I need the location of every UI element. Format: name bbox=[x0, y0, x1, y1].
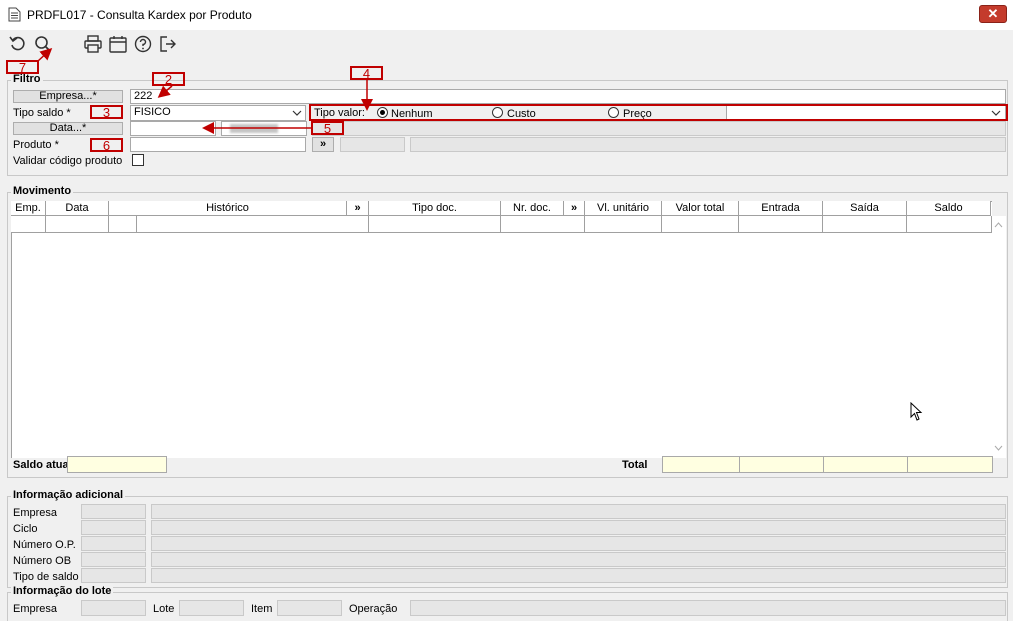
produto-input[interactable] bbox=[130, 137, 306, 152]
grid-scrollbar[interactable] bbox=[992, 216, 1006, 458]
annotation-5: 5 bbox=[311, 121, 344, 135]
table-row-cell[interactable] bbox=[907, 216, 992, 233]
col-saldo[interactable]: Saldo bbox=[907, 201, 991, 216]
col-saida[interactable]: Saída bbox=[823, 201, 907, 216]
data-description bbox=[312, 121, 1006, 136]
tipo-saldo-select[interactable]: FISICO bbox=[130, 105, 306, 121]
col-tipo-doc[interactable]: Tipo doc. bbox=[369, 201, 501, 216]
total-entrada-field bbox=[739, 456, 824, 473]
info-empresa-label: Empresa bbox=[13, 507, 58, 519]
search-icon[interactable] bbox=[33, 34, 53, 54]
table-row-cell[interactable] bbox=[137, 216, 369, 233]
annotation-highlight-tipo-valor bbox=[309, 104, 1008, 121]
empresa-input[interactable]: 222 bbox=[130, 89, 1006, 104]
info-tipo-saldo-desc bbox=[151, 568, 1006, 583]
filtro-label: Filtro bbox=[11, 73, 43, 85]
table-row-cell[interactable] bbox=[662, 216, 739, 233]
table-row-cell[interactable] bbox=[501, 216, 585, 233]
print-icon[interactable] bbox=[83, 34, 103, 54]
col-entrada[interactable]: Entrada bbox=[739, 201, 823, 216]
calendar-icon[interactable] bbox=[108, 34, 128, 54]
table-row-cell[interactable] bbox=[369, 216, 501, 233]
data-button[interactable]: Data...* bbox=[13, 122, 123, 135]
col-expand-doc[interactable]: » bbox=[564, 201, 585, 216]
info-lote-label: Informação do lote bbox=[11, 585, 114, 597]
info-numero-ob-label: Número OB bbox=[13, 555, 72, 567]
exit-icon[interactable] bbox=[158, 34, 178, 54]
refresh-icon[interactable] bbox=[8, 34, 28, 54]
window-title: PRDFL017 - Consulta Kardex por Produto bbox=[27, 8, 252, 22]
document-icon bbox=[8, 7, 21, 22]
total-label: Total bbox=[622, 459, 648, 471]
item-label: Item bbox=[251, 603, 273, 615]
help-icon[interactable] bbox=[133, 34, 153, 54]
col-expand-historico[interactable]: » bbox=[347, 201, 369, 216]
close-button[interactable]: ✕ bbox=[979, 5, 1007, 23]
produto-lookup-button[interactable]: » bbox=[312, 137, 334, 152]
lote-label: Lote bbox=[153, 603, 175, 615]
table-row-cell[interactable] bbox=[823, 216, 907, 233]
operacao-label: Operação bbox=[349, 603, 398, 615]
table-row-cell[interactable] bbox=[46, 216, 109, 233]
annotation-7: 7 bbox=[6, 60, 39, 74]
table-row-cell[interactable] bbox=[585, 216, 662, 233]
lote-empresa-label: Empresa bbox=[13, 603, 58, 615]
operacao-field bbox=[410, 600, 1006, 616]
col-historico[interactable]: Histórico bbox=[109, 201, 347, 216]
item-field bbox=[277, 600, 342, 616]
total-valor-field bbox=[662, 456, 740, 473]
data-start-input[interactable] bbox=[130, 121, 216, 136]
movimento-label: Movimento bbox=[11, 185, 74, 197]
info-numero-ob-code bbox=[81, 552, 146, 567]
produto-desc-readonly bbox=[410, 137, 1006, 152]
blurred-date bbox=[230, 124, 278, 133]
info-empresa-desc bbox=[151, 504, 1006, 519]
validar-checkbox[interactable] bbox=[132, 154, 144, 166]
table-row-cell[interactable] bbox=[11, 216, 46, 233]
saldo-atual-label: Saldo atual bbox=[13, 459, 72, 471]
info-ciclo-desc bbox=[151, 520, 1006, 535]
info-adicional-label: Informação adicional bbox=[11, 489, 126, 501]
lote-empresa-field bbox=[81, 600, 146, 616]
col-valor-total[interactable]: Valor total bbox=[662, 201, 739, 216]
col-nr-doc[interactable]: Nr. doc. bbox=[501, 201, 564, 216]
col-vl-unitario[interactable]: Vl. unitário bbox=[585, 201, 662, 216]
info-numero-op-code bbox=[81, 536, 146, 551]
table-row-cell[interactable] bbox=[739, 216, 823, 233]
movimento-grid[interactable] bbox=[11, 201, 992, 458]
info-ciclo-code bbox=[81, 520, 146, 535]
info-tipo-saldo-code bbox=[81, 568, 146, 583]
info-numero-op-label: Número O.P. bbox=[13, 539, 76, 551]
info-numero-ob-desc bbox=[151, 552, 1006, 567]
info-empresa-code bbox=[81, 504, 146, 519]
annotation-3: 3 bbox=[90, 105, 123, 119]
table-row-cell[interactable] bbox=[109, 216, 137, 233]
total-saldo-field bbox=[907, 456, 993, 473]
total-saida-field bbox=[823, 456, 908, 473]
annotation-4: 4 bbox=[350, 66, 383, 80]
annotation-6: 6 bbox=[90, 138, 123, 152]
chevron-down-icon bbox=[292, 110, 302, 116]
saldo-atual-field bbox=[67, 456, 167, 473]
annotation-2: 2 bbox=[152, 72, 185, 86]
tipo-saldo-value: FISICO bbox=[134, 106, 171, 118]
lote-field bbox=[179, 600, 244, 616]
col-data[interactable]: Data bbox=[46, 201, 109, 216]
info-tipo-saldo-label: Tipo de saldo bbox=[13, 571, 79, 583]
tipo-saldo-label: Tipo saldo * bbox=[13, 107, 71, 119]
produto-code-readonly bbox=[340, 137, 405, 152]
info-ciclo-label: Ciclo bbox=[13, 523, 38, 535]
scroll-up-icon[interactable] bbox=[994, 222, 1003, 228]
info-numero-op-desc bbox=[151, 536, 1006, 551]
mouse-cursor-icon bbox=[910, 402, 923, 421]
scroll-down-icon[interactable] bbox=[994, 445, 1003, 451]
col-emp[interactable]: Emp. bbox=[11, 201, 46, 216]
empresa-button[interactable]: Empresa...* bbox=[13, 90, 123, 103]
produto-label: Produto * bbox=[13, 139, 59, 151]
validar-label: Validar código produto bbox=[13, 155, 123, 167]
